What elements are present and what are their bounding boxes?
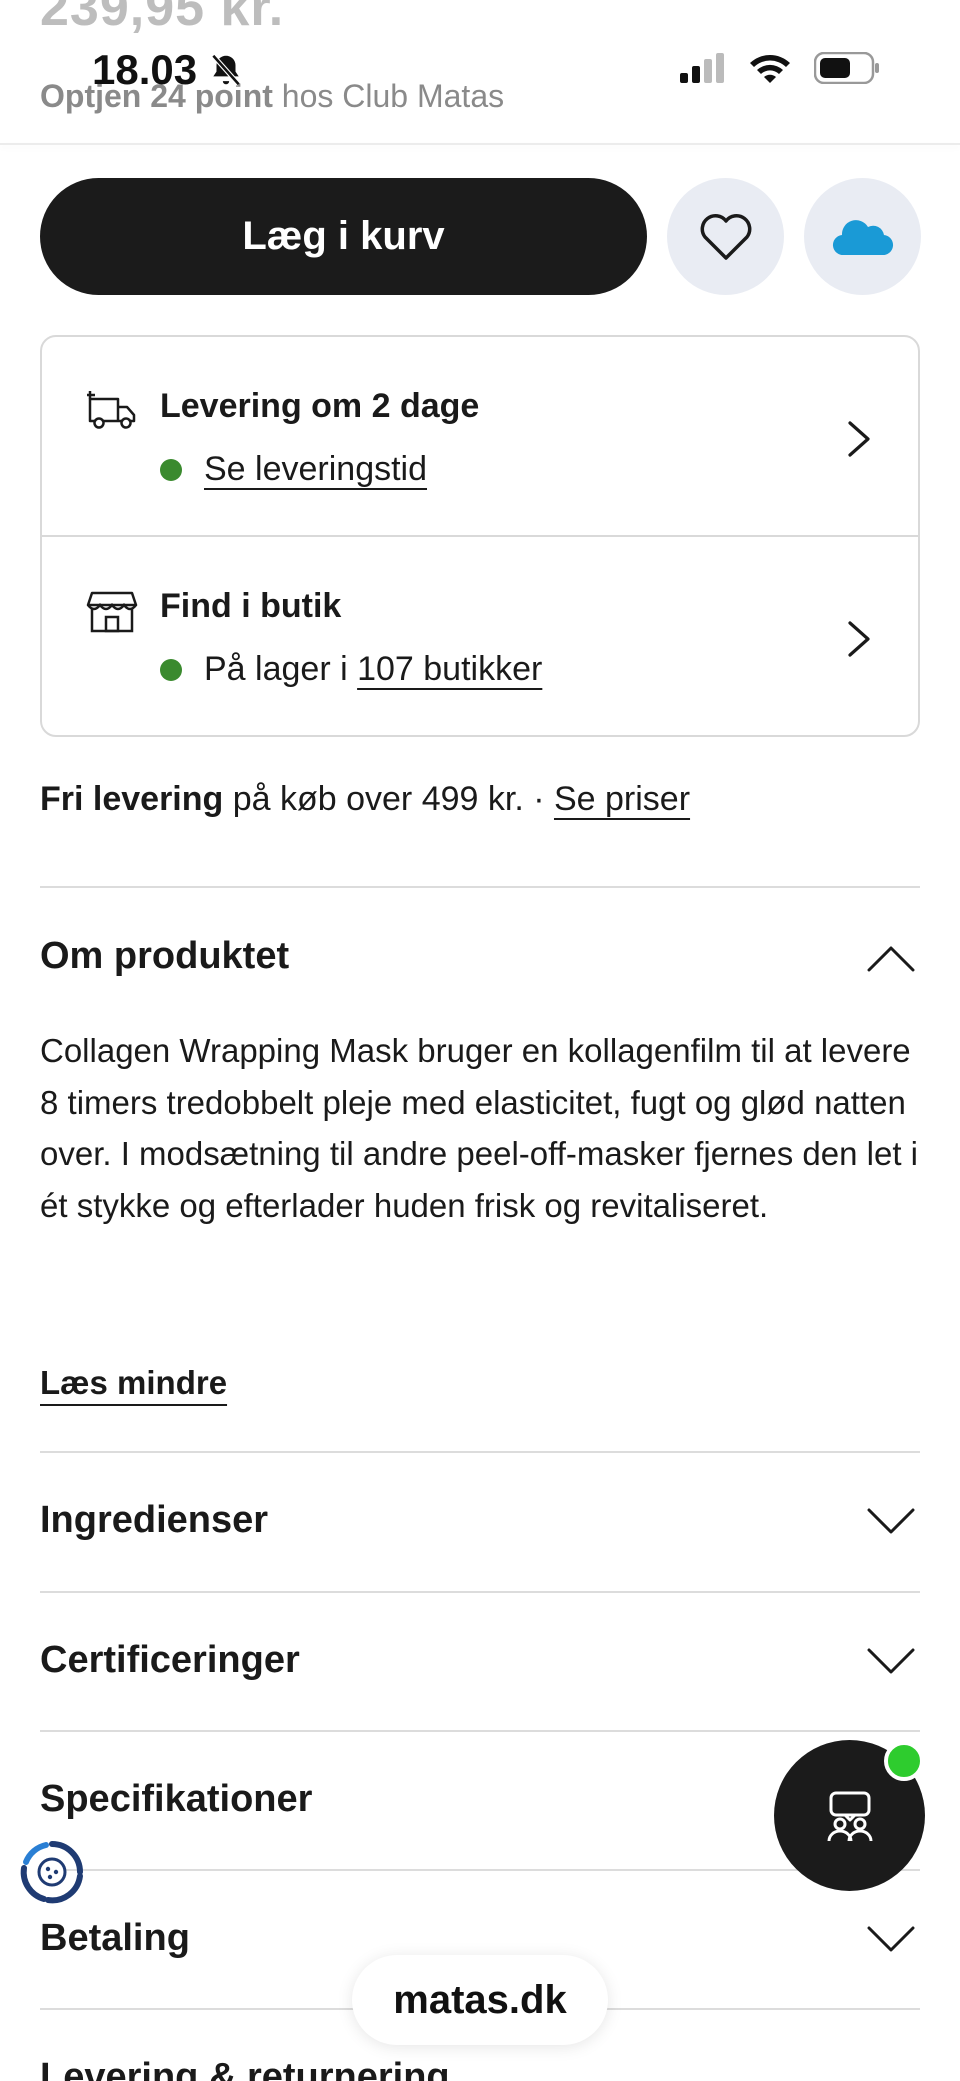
delivery-time-link[interactable]: Se leveringstid — [204, 450, 427, 489]
divider — [40, 1730, 920, 1732]
find-in-store-row[interactable]: Find i butik På lager i 107 butikker — [42, 537, 918, 737]
header-divider — [0, 143, 960, 145]
status-icons — [680, 52, 880, 84]
stock-status: På lager i 107 butikker — [160, 650, 542, 689]
chat-people-icon — [827, 1791, 872, 1841]
clock: 18.03 — [92, 46, 198, 93]
club-cloud-button[interactable] — [804, 178, 921, 295]
chevron-up-icon[interactable] — [866, 943, 916, 973]
stock-prefix: På lager i — [204, 650, 358, 688]
divider — [40, 1869, 920, 1871]
free-delivery-bold: Fri levering — [40, 780, 224, 818]
product-price: 239,95 kr. — [40, 0, 285, 37]
free-delivery-text: på køb over 499 kr. · — [223, 780, 554, 818]
delivery-returns-section-header[interactable]: Levering & returnering — [40, 2056, 450, 2081]
chevron-down-icon[interactable] — [866, 1925, 916, 1955]
certifications-section-header[interactable]: Certificeringer — [40, 1639, 300, 1682]
battery-icon — [814, 52, 879, 84]
chevron-down-icon[interactable] — [866, 1507, 916, 1537]
see-prices-link[interactable]: Se priser — [554, 780, 690, 818]
points-club: hos Club Matas — [272, 78, 505, 114]
cloud-icon — [832, 219, 893, 255]
add-to-cart-button[interactable]: Læg i kurv — [40, 178, 647, 295]
favorite-button[interactable] — [667, 178, 784, 295]
bell-muted-icon — [211, 54, 241, 86]
divider — [40, 1591, 920, 1593]
status-bar-time: 18.03 — [92, 46, 245, 94]
payment-section-header[interactable]: Betaling — [40, 1917, 190, 1960]
delivery-status: Se leveringstid — [160, 450, 427, 489]
status-dot — [160, 658, 182, 681]
specifications-section-header[interactable]: Specifikationer — [40, 1778, 312, 1821]
cookie-settings-icon[interactable] — [18, 1838, 86, 1906]
delivery-option-row[interactable]: Levering om 2 dage Se leveringstid — [42, 337, 918, 537]
divider — [40, 886, 920, 888]
truck-icon — [87, 391, 136, 429]
ingredients-section-header[interactable]: Ingredienser — [40, 1499, 268, 1542]
chevron-down-icon[interactable] — [866, 1647, 916, 1677]
delivery-title: Levering om 2 dage — [160, 387, 480, 425]
store-title: Find i butik — [160, 587, 342, 625]
heart-icon — [700, 213, 751, 260]
browser-url-bar[interactable]: matas.dk — [352, 1955, 608, 2045]
wifi-icon — [750, 55, 790, 83]
status-dot — [160, 458, 182, 481]
divider — [40, 1451, 920, 1453]
stores-link[interactable]: 107 butikker — [357, 650, 542, 689]
free-delivery-info: Fri levering på køb over 499 kr. · Se pr… — [40, 780, 690, 819]
delivery-card: Levering om 2 dage Se leveringstid Find … — [40, 335, 920, 737]
chevron-right-icon — [848, 421, 870, 457]
read-less-link[interactable]: Læs mindre — [40, 1364, 227, 1402]
store-icon — [86, 591, 138, 633]
about-section-header[interactable]: Om produktet — [40, 935, 289, 978]
chevron-right-icon — [848, 621, 870, 657]
online-indicator — [884, 1741, 924, 1781]
product-description: Collagen Wrapping Mask bruger en kollage… — [40, 1032, 918, 1224]
signal-icon — [680, 53, 724, 83]
